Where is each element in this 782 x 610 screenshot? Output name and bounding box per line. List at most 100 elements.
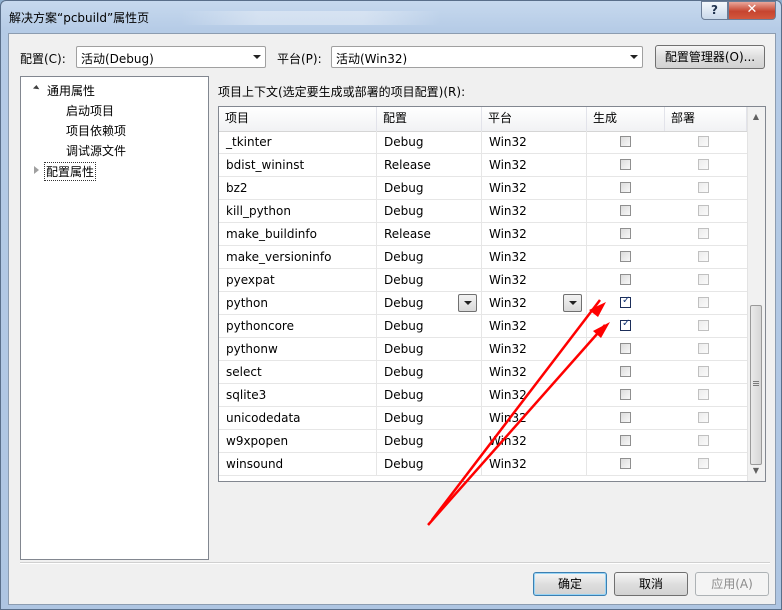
cell-platform[interactable]: Win32	[482, 361, 587, 384]
collapsed-triangle-icon[interactable]	[34, 166, 39, 174]
cell-config[interactable]: Debug	[377, 177, 482, 200]
tree-item-startup-project[interactable]: 启动项目	[66, 102, 114, 119]
table-row[interactable]: _tkinter Debug Win32	[219, 131, 747, 154]
dropdown-arrow-icon[interactable]	[458, 294, 477, 312]
cell-project: bz2	[219, 177, 377, 200]
build-checkbox[interactable]	[620, 274, 631, 285]
table-row[interactable]: unicodedata Debug Win32	[219, 407, 747, 430]
cell-platform[interactable]: Win32	[482, 177, 587, 200]
platform-select[interactable]: 活动(Win32)	[331, 46, 643, 68]
column-header-platform[interactable]: 平台	[482, 107, 587, 131]
dialog-window: 解决方案“pcbuild”属性页 ? ✕ 配置(C): 活动(Debug) 平台…	[0, 0, 782, 610]
close-button[interactable]: ✕	[728, 1, 776, 20]
tree-item-common-properties[interactable]: 通用属性	[47, 82, 95, 99]
column-header-deploy[interactable]: 部署	[665, 107, 747, 131]
dropdown-arrow-icon[interactable]	[563, 294, 582, 312]
cell-platform[interactable]: Win32	[482, 338, 587, 361]
table-row[interactable]: bdist_wininst Release Win32	[219, 154, 747, 177]
cell-config[interactable]: Debug	[377, 430, 482, 453]
help-button[interactable]: ?	[701, 1, 728, 20]
vertical-scrollbar[interactable]: ▲ ▼	[747, 107, 765, 481]
cell-platform[interactable]: Win32	[482, 453, 587, 476]
cell-config[interactable]: Debug	[377, 131, 482, 154]
cell-platform[interactable]: Win32	[482, 384, 587, 407]
config-manager-button[interactable]: 配置管理器(O)...	[655, 45, 765, 69]
cell-config[interactable]: Debug	[377, 246, 482, 269]
table-row[interactable]: bz2 Debug Win32	[219, 177, 747, 200]
build-checkbox[interactable]	[620, 205, 631, 216]
cell-config[interactable]: Debug	[377, 453, 482, 476]
deploy-checkbox	[698, 159, 709, 170]
ok-button[interactable]: 确定	[533, 572, 607, 596]
build-checkbox[interactable]	[620, 366, 631, 377]
build-checkbox[interactable]	[620, 136, 631, 147]
build-checkbox[interactable]	[620, 318, 631, 331]
cell-platform[interactable]: Win32	[482, 246, 587, 269]
cell-platform[interactable]: Win32	[482, 269, 587, 292]
cell-config[interactable]: Release	[377, 154, 482, 177]
table-row[interactable]: make_buildinfo Release Win32	[219, 223, 747, 246]
scroll-down-icon[interactable]: ▼	[748, 463, 764, 479]
config-select[interactable]: 活动(Debug)	[76, 46, 266, 68]
table-row[interactable]: make_versioninfo Debug Win32	[219, 246, 747, 269]
divider	[20, 562, 770, 564]
table-row[interactable]: pythoncore Debug Win32	[219, 315, 747, 338]
build-checkbox[interactable]	[620, 159, 631, 170]
tree-item-debug-source-files[interactable]: 调试源文件	[66, 142, 126, 159]
table-row[interactable]: select Debug Win32	[219, 361, 747, 384]
dialog-client: 配置(C): 活动(Debug) 平台(P): 活动(Win32) 配置管理器(…	[8, 33, 776, 605]
cell-project: kill_python	[219, 200, 377, 223]
scroll-up-icon[interactable]: ▲	[748, 109, 764, 125]
deploy-checkbox	[698, 435, 709, 446]
deploy-checkbox	[698, 458, 709, 469]
build-checkbox[interactable]	[620, 458, 631, 469]
column-header-build[interactable]: 生成	[587, 107, 665, 131]
tree-item-project-dependencies[interactable]: 项目依赖项	[66, 122, 126, 139]
cell-platform[interactable]: Win32	[482, 223, 587, 246]
cancel-button[interactable]: 取消	[614, 572, 688, 596]
title-bar[interactable]: 解决方案“pcbuild”属性页 ? ✕	[1, 1, 781, 33]
table-row[interactable]: winsound Debug Win32	[219, 453, 747, 476]
deploy-checkbox	[698, 205, 709, 216]
cell-config[interactable]: Debug	[377, 269, 482, 292]
table-row[interactable]: python Debug Win32	[219, 292, 747, 315]
apply-button[interactable]: 应用(A)	[695, 572, 769, 596]
cell-config[interactable]: Debug	[377, 315, 482, 338]
cell-platform[interactable]: Win32	[482, 407, 587, 430]
cell-config[interactable]: Debug	[377, 407, 482, 430]
cell-config[interactable]: Debug	[377, 361, 482, 384]
deploy-checkbox	[698, 343, 709, 354]
cell-config[interactable]: Debug	[377, 200, 482, 223]
build-checkbox[interactable]	[620, 343, 631, 354]
cell-platform[interactable]: Win32	[482, 131, 587, 154]
column-header-config[interactable]: 配置	[377, 107, 482, 131]
build-checkbox[interactable]	[620, 182, 631, 193]
table-row[interactable]: sqlite3 Debug Win32	[219, 384, 747, 407]
tree-item-configuration-properties[interactable]: 配置属性	[44, 162, 97, 181]
expanded-triangle-icon[interactable]	[32, 84, 41, 93]
build-checkbox[interactable]	[620, 412, 631, 423]
cell-platform[interactable]: Win32	[482, 200, 587, 223]
build-checkbox[interactable]	[620, 251, 631, 262]
table-row[interactable]: w9xpopen Debug Win32	[219, 430, 747, 453]
table-row[interactable]: pyexpat Debug Win32	[219, 269, 747, 292]
cell-platform[interactable]: Win32	[482, 154, 587, 177]
cell-config[interactable]: Debug	[377, 338, 482, 361]
cell-project: pythoncore	[219, 315, 377, 338]
build-checkbox[interactable]	[620, 435, 631, 446]
table-row[interactable]: pythonw Debug Win32	[219, 338, 747, 361]
build-checkbox[interactable]	[620, 228, 631, 239]
cell-project: sqlite3	[219, 384, 377, 407]
build-checkbox[interactable]	[620, 389, 631, 400]
table-row[interactable]: kill_python Debug Win32	[219, 200, 747, 223]
cell-project: make_versioninfo	[219, 246, 377, 269]
cell-platform[interactable]: Win32	[482, 430, 587, 453]
build-checkbox[interactable]	[620, 295, 631, 308]
cell-config[interactable]: Release	[377, 223, 482, 246]
scrollbar-thumb[interactable]	[750, 305, 762, 465]
cell-config[interactable]: Debug	[377, 384, 482, 407]
column-header-project[interactable]: 项目	[219, 107, 377, 131]
deploy-checkbox	[698, 228, 709, 239]
cell-platform[interactable]: Win32	[482, 315, 587, 338]
platform-select-value: 活动(Win32)	[336, 52, 408, 66]
